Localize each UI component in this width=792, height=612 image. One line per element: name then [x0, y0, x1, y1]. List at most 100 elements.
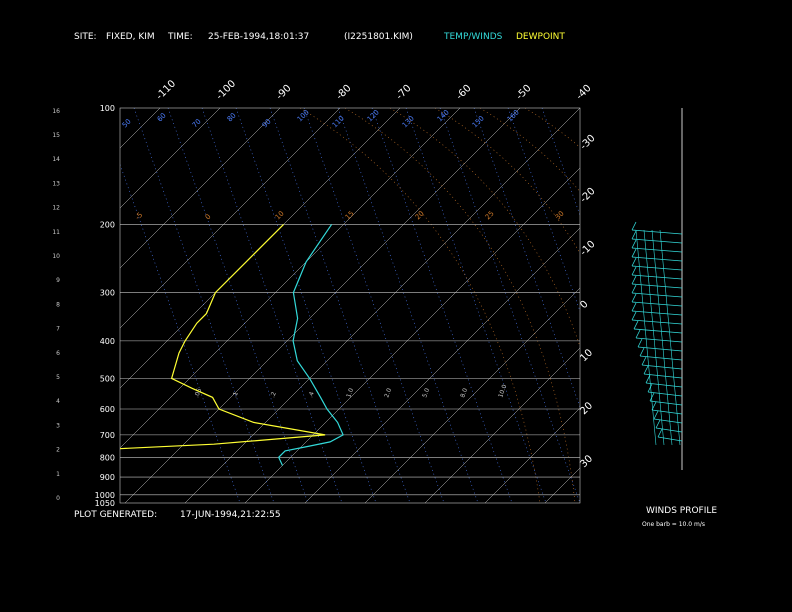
height-tick-label: 6 — [56, 350, 60, 357]
wind-barb-staff — [631, 310, 683, 316]
wind-barb-flag — [639, 347, 645, 357]
dry-adiabat-line — [344, 108, 576, 503]
wind-barb-flag — [631, 311, 637, 321]
mixing-ratio-line — [167, 108, 309, 503]
height-tick-label: 8 — [56, 301, 60, 308]
wind-barb-flag — [631, 266, 637, 276]
wind-barb-flag — [631, 230, 637, 240]
wind-barb-staff — [637, 346, 683, 352]
mixing-ratio-label: .2 — [269, 391, 278, 399]
mixing-ratio-label: 1.0 — [345, 387, 355, 399]
isotherm-right-label: 20 — [578, 400, 595, 417]
isotherm-right-label: -30 — [578, 133, 597, 152]
isotherm-line — [120, 108, 401, 389]
pressure-tick-label: 500 — [100, 374, 115, 383]
height-tick-label: 14 — [52, 156, 60, 163]
isotherm-top-label: -70 — [394, 83, 413, 102]
pressure-tick-label: 400 — [100, 337, 115, 346]
wind-barb-flag — [637, 338, 643, 348]
theta-label: 0 — [204, 213, 213, 222]
mixing-ratio-line — [507, 108, 580, 313]
dry-adiabat-line — [434, 108, 580, 255]
dry-adiabat-label: 90 — [261, 117, 273, 129]
wind-profile — [631, 108, 683, 470]
mixing-ratio-line — [337, 108, 479, 503]
isotherm-top-label: -100 — [214, 78, 238, 102]
dry-adiabat-label: 50 — [121, 117, 133, 129]
series-layer — [120, 223, 344, 466]
wind-barb-staff — [631, 319, 683, 325]
mixing-ratio-label: 2.0 — [383, 387, 393, 399]
dry-adiabat-label: 140 — [436, 108, 451, 123]
isotherm-line — [120, 108, 281, 269]
isotherm-top-label: -50 — [514, 83, 533, 102]
wind-barb-flag — [657, 428, 663, 438]
theta-label: 20 — [414, 209, 426, 221]
mixing-ratio-label: .4 — [307, 391, 316, 399]
height-tick-label: 2 — [56, 447, 60, 454]
temperature-series — [277, 224, 344, 466]
wind-barb-staff — [657, 436, 683, 442]
isotherm-right-label: 30 — [578, 453, 595, 470]
dry-adiabat-label: 100 — [296, 108, 311, 123]
isotherm-line — [424, 347, 580, 503]
theta-label: 10 — [274, 209, 286, 221]
plot-frame — [119, 107, 581, 504]
dry-adiabat-line — [524, 108, 580, 148]
wind-barb-staff — [633, 328, 683, 334]
wind-barb-flag — [643, 365, 649, 375]
isotherm-line — [605, 108, 792, 503]
mixing-ratio-label: 8.0 — [459, 387, 469, 399]
isotherm-line — [120, 108, 161, 149]
plot-generated-value: 17-JUN-1994,21:22:55 — [180, 510, 281, 520]
wind-barb-flag — [631, 275, 637, 285]
isotherm-top-label: -80 — [334, 83, 353, 102]
pressure-tick-label: 100 — [100, 104, 115, 113]
isotherm-right-label: 10 — [578, 347, 595, 364]
dry-adiabat-line — [299, 108, 541, 503]
dry-adiabat-label: 150 — [471, 114, 486, 129]
height-tick-label: 5 — [56, 374, 60, 381]
isotherm-line — [364, 287, 580, 503]
wind-barb-flag — [653, 410, 659, 420]
height-tick-label: 15 — [52, 132, 60, 139]
dry-adiabat-label: 130 — [401, 114, 416, 129]
height-tick-label: 12 — [52, 205, 60, 212]
height-tick-label: 16 — [52, 108, 60, 115]
wind-barb-vertical — [651, 229, 673, 446]
height-tick-label: 3 — [56, 422, 60, 429]
dry-adiabat-label: 110 — [331, 114, 346, 129]
wind-barb-vertical — [643, 229, 665, 446]
wind-barb-staff — [631, 229, 683, 235]
theta-label: 30 — [554, 209, 566, 221]
dry-adiabat-label: 120 — [366, 108, 381, 123]
wind-barb-flag — [647, 383, 653, 393]
wind-barb-staff — [631, 247, 683, 253]
pressure-tick-label: 200 — [100, 220, 115, 229]
pressure-tick-label: 900 — [100, 473, 115, 482]
isotherm-line — [484, 407, 580, 503]
height-tick-label: 1 — [56, 471, 60, 478]
wind-barb-flag — [635, 329, 641, 339]
pressure-tick-label: 800 — [100, 453, 115, 462]
theta-label: 15 — [344, 209, 356, 221]
mixing-ratio-label: .1 — [231, 391, 240, 399]
plot-generated-label: PLOT GENERATED: — [74, 510, 158, 520]
barb-scale-note: One barb = 10.0 m/s — [642, 521, 705, 528]
pressure-tick-label: 700 — [100, 431, 115, 440]
height-tick-label: 11 — [52, 229, 60, 236]
wind-barb-flag — [631, 284, 637, 294]
height-tick-label: 9 — [56, 277, 60, 284]
wind-barb-flag — [631, 257, 637, 267]
isotherm-right-label: -20 — [578, 186, 597, 205]
mixing-ratio-label: 10.0 — [497, 384, 508, 399]
isotherm-top-label: -90 — [274, 83, 293, 102]
wind-barb-staff — [631, 292, 683, 298]
wind-barb-staff — [631, 256, 683, 262]
wind-barb-flag — [631, 221, 637, 231]
dry-adiabat-label: 60 — [156, 111, 168, 123]
height-tick-label: 10 — [52, 253, 60, 260]
mixing-ratio-line — [133, 108, 275, 503]
dry-adiabat-label: 80 — [226, 111, 238, 123]
isotherm-line — [120, 108, 341, 329]
